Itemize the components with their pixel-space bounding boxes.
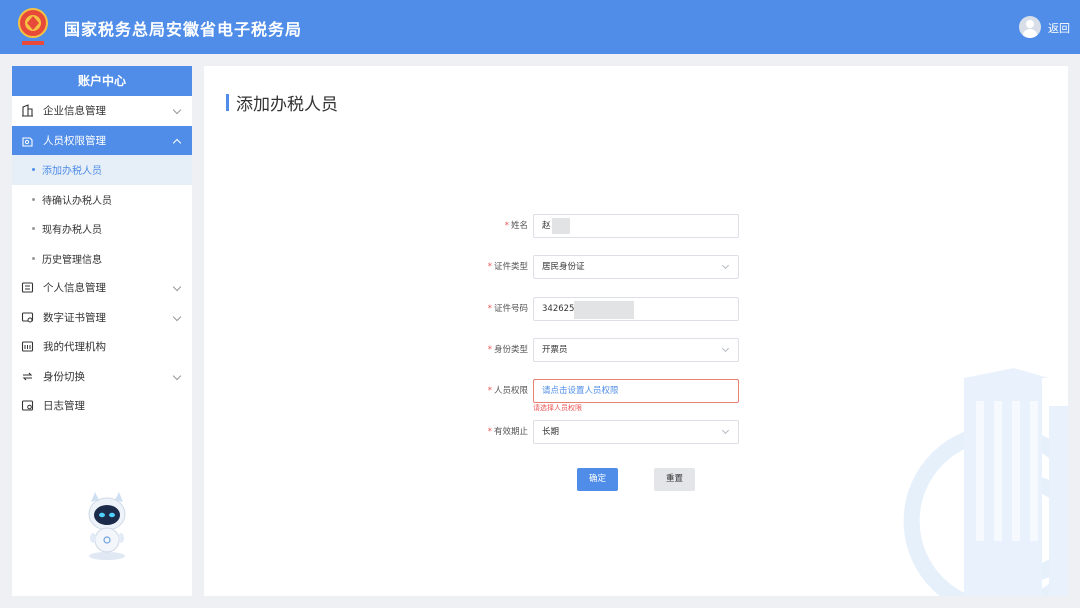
- main-panel: 添加办税人员 * 姓名 赵 * 证件类型 居民身份证 * 证件号码 342625…: [204, 66, 1068, 596]
- page-title-wrap: 添加办税人员: [226, 90, 338, 115]
- nav-item-label: 数字证书管理: [43, 311, 106, 324]
- role-type-label: * 身份类型: [487, 345, 528, 355]
- certificate-icon: [20, 310, 34, 324]
- role-type-select[interactable]: 开票员: [533, 338, 739, 362]
- sub-item-label: 历史管理信息: [42, 254, 102, 266]
- nav-item-log-mgmt[interactable]: 日志管理: [12, 391, 192, 421]
- chevron-down-icon: [172, 312, 182, 321]
- nav-item-label: 我的代理机构: [43, 341, 106, 354]
- form-row-validity: * 有效期止 长期: [204, 420, 1068, 444]
- agency-icon: [20, 340, 34, 354]
- log-icon: [20, 399, 34, 413]
- nav-item-label: 人员权限管理: [43, 134, 106, 147]
- bullet-icon: [32, 256, 35, 260]
- nav-item-identity-switch[interactable]: 身份切换: [12, 362, 192, 392]
- nav-item-label: 个人信息管理: [43, 282, 106, 295]
- form-row-role-type: * 身份类型 开票员: [204, 338, 1068, 362]
- back-link[interactable]: 返回: [1048, 20, 1070, 36]
- building-icon: [20, 104, 34, 118]
- chevron-down-icon: [172, 282, 182, 292]
- sub-item-history[interactable]: 历史管理信息: [12, 244, 192, 274]
- form-row-id-type: * 证件类型 居民身份证: [204, 255, 1068, 279]
- bullet-icon: [32, 227, 35, 231]
- tax-emblem-logo: [18, 8, 48, 45]
- chevron-down-icon: [721, 261, 730, 270]
- switch-icon: [20, 369, 34, 383]
- chevron-up-icon: [172, 138, 182, 147]
- validity-select[interactable]: 长期: [533, 420, 739, 444]
- bullet-icon: [32, 168, 35, 172]
- name-input[interactable]: 赵: [533, 214, 739, 238]
- id-number-input[interactable]: 342625: [533, 297, 739, 321]
- sub-item-label: 添加办税人员: [42, 166, 102, 178]
- form-row-name: * 姓名 赵: [204, 214, 1068, 238]
- reset-button[interactable]: 重置: [654, 468, 695, 491]
- sub-item-add-tax-staff[interactable]: 添加办税人员: [12, 155, 192, 185]
- sub-item-label: 现有办税人员: [42, 225, 102, 237]
- sub-item-label: 待确认办税人员: [42, 195, 112, 207]
- form-row-permission: * 人员权限 请点击设置人员权限: [204, 379, 1068, 403]
- form-row-id-number: * 证件号码 342625: [204, 297, 1068, 321]
- name-label: * 姓名: [504, 221, 528, 231]
- sidebar: 账户中心 企业信息管理 人员权限管理 添加办税人员 待确认办税人员 现有办税人员…: [12, 66, 192, 596]
- id-card-icon: [20, 281, 34, 295]
- id-type-label: * 证件类型: [487, 262, 528, 272]
- redaction-mask: [574, 301, 634, 319]
- sub-item-existing-staff[interactable]: 现有办税人员: [12, 214, 192, 244]
- user-avatar-icon[interactable]: [1019, 16, 1041, 38]
- validity-label: * 有效期止: [487, 427, 528, 437]
- id-type-select[interactable]: 居民身份证: [533, 255, 739, 279]
- id-number-label: * 证件号码: [487, 304, 528, 314]
- redaction-mask: [552, 218, 570, 234]
- bullet-icon: [32, 197, 35, 201]
- nav-item-digital-cert[interactable]: 数字证书管理: [12, 303, 192, 333]
- permission-label: * 人员权限: [487, 386, 528, 396]
- nav-item-agency[interactable]: 我的代理机构: [12, 332, 192, 362]
- nav-item-label: 身份切换: [43, 370, 85, 383]
- nav-item-label: 企业信息管理: [43, 105, 106, 118]
- chevron-down-icon: [721, 344, 730, 353]
- confirm-button[interactable]: 确定: [577, 468, 618, 491]
- chevron-down-icon: [721, 426, 730, 435]
- nav-item-personal-info[interactable]: 个人信息管理: [12, 273, 192, 303]
- nav-item-label: 日志管理: [43, 400, 85, 413]
- sidebar-title: 账户中心: [12, 66, 192, 96]
- sub-item-pending-staff[interactable]: 待确认办税人员: [12, 185, 192, 215]
- nav-item-permission-mgmt[interactable]: 人员权限管理: [12, 125, 192, 155]
- nav-item-enterprise-info[interactable]: 企业信息管理: [12, 96, 192, 126]
- assistant-robot-icon[interactable]: [82, 488, 132, 563]
- app-title: 国家税务总局安徽省电子税务局: [64, 20, 303, 39]
- top-bar: 国家税务总局安徽省电子税务局 返回: [0, 0, 1080, 54]
- chevron-down-icon: [172, 105, 182, 115]
- permission-input[interactable]: 请点击设置人员权限: [533, 379, 739, 403]
- user-permission-icon: [20, 133, 34, 147]
- title-accent-bar: [226, 94, 229, 111]
- page-title: 添加办税人员: [236, 95, 338, 115]
- chevron-down-icon: [172, 371, 182, 380]
- permission-error-message: 请选择人员权限: [533, 404, 582, 412]
